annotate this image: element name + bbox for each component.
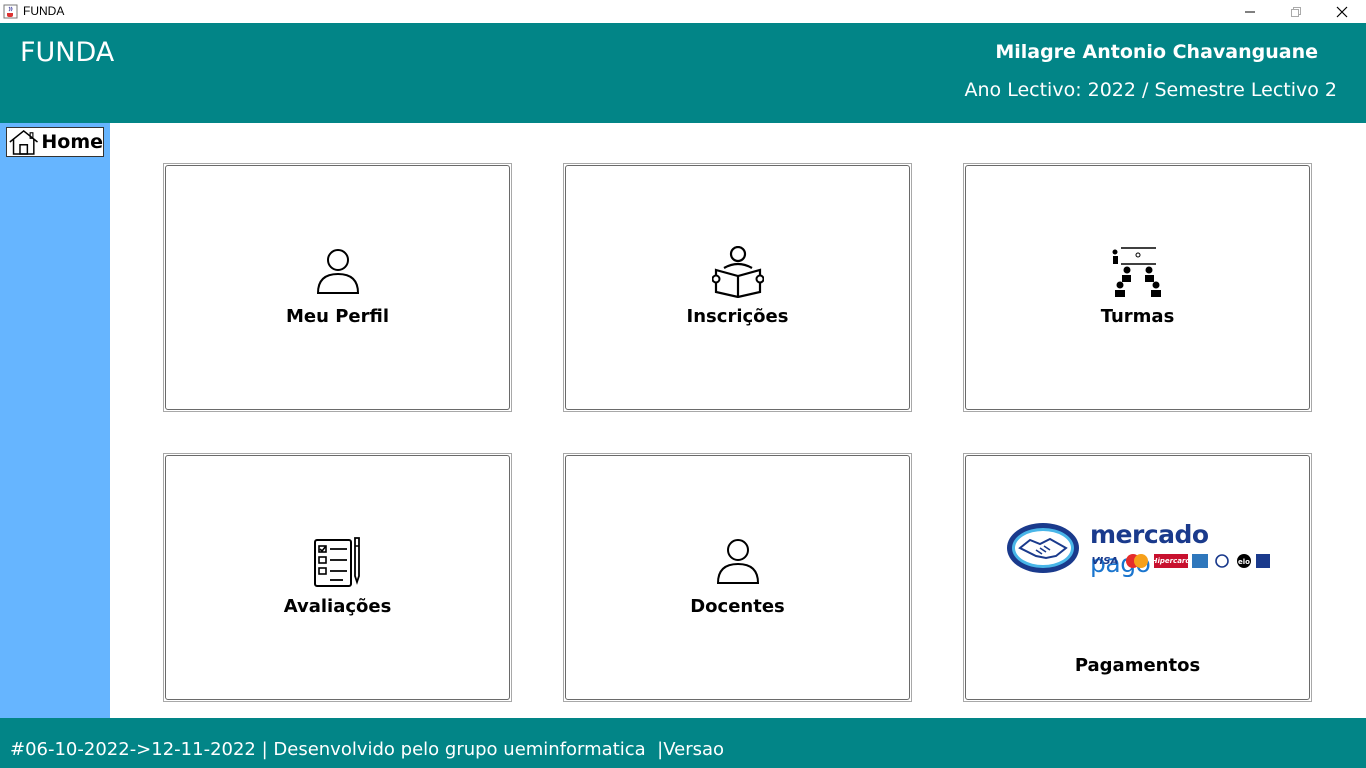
home-button[interactable]: Home: [6, 127, 104, 157]
card-label: Turmas: [1100, 306, 1175, 327]
card-inscricoes[interactable]: Inscrições: [563, 163, 912, 412]
card-label: Meu Perfil: [286, 306, 389, 327]
mercado-pago-wordmark: mercado pago: [1090, 520, 1209, 578]
amex-logo: [1192, 554, 1208, 568]
elo-logo: elo: [1236, 554, 1252, 568]
reading-person-icon: [711, 246, 764, 298]
minimize-icon: [1245, 11, 1255, 12]
close-icon: [1336, 6, 1348, 17]
window-title: FUNDA: [23, 4, 65, 18]
card-meu-perfil[interactable]: Meu Perfil: [163, 163, 512, 412]
card-docentes[interactable]: Docentes: [563, 453, 912, 702]
card-turmas[interactable]: Turmas: [963, 163, 1312, 412]
card-label: Docentes: [690, 596, 785, 617]
java-cup-icon: [3, 4, 18, 19]
checklist-pen-icon: [313, 537, 360, 587]
home-label: Home: [41, 131, 103, 153]
status-footer: #06-10-2022->12-11-2022 | Desenvolvido p…: [0, 718, 1366, 768]
svg-text:elo: elo: [1238, 558, 1250, 566]
home-icon: [9, 129, 38, 155]
app-header: FUNDA Milagre Antonio Chavanguane Ano Le…: [0, 23, 1366, 123]
hipercard-logo: Hipercard: [1152, 554, 1190, 568]
restore-icon: [1291, 6, 1301, 17]
card-avaliacoes[interactable]: Avaliações: [163, 453, 512, 702]
mastercard-logo: [1124, 554, 1150, 568]
card-label: Avaliações: [283, 596, 392, 617]
card-pagamentos[interactable]: mercado pago VISA Hipercard elo Pagament…: [963, 453, 1312, 702]
payment-card-brands: VISA Hipercard elo: [1090, 554, 1270, 568]
card-label: Pagamentos: [1074, 655, 1201, 676]
minimize-button[interactable]: [1227, 0, 1273, 23]
handshake-icon: [1007, 523, 1079, 573]
user-name: Milagre Antonio Chavanguane: [995, 41, 1318, 63]
user-icon: [716, 539, 759, 584]
classroom-icon: [1112, 247, 1161, 297]
boleto-logo: [1256, 554, 1270, 568]
card-label: Inscrições: [686, 306, 789, 327]
mercado-pago-logo: mercado pago VISA Hipercard elo: [1006, 520, 1272, 578]
sidebar: Home: [0, 123, 110, 718]
app-name: FUNDA: [20, 37, 115, 68]
close-button[interactable]: [1319, 0, 1365, 23]
user-icon: [316, 249, 359, 294]
footer-text: #06-10-2022->12-11-2022 | Desenvolvido p…: [10, 739, 725, 760]
diners-club-logo: [1212, 554, 1232, 568]
window-titlebar: FUNDA: [0, 0, 1366, 23]
visa-logo: VISA: [1091, 555, 1119, 567]
maximize-button[interactable]: [1273, 0, 1319, 23]
academic-year-info: Ano Lectivo: 2022 / Semestre Lectivo 2: [964, 79, 1338, 101]
